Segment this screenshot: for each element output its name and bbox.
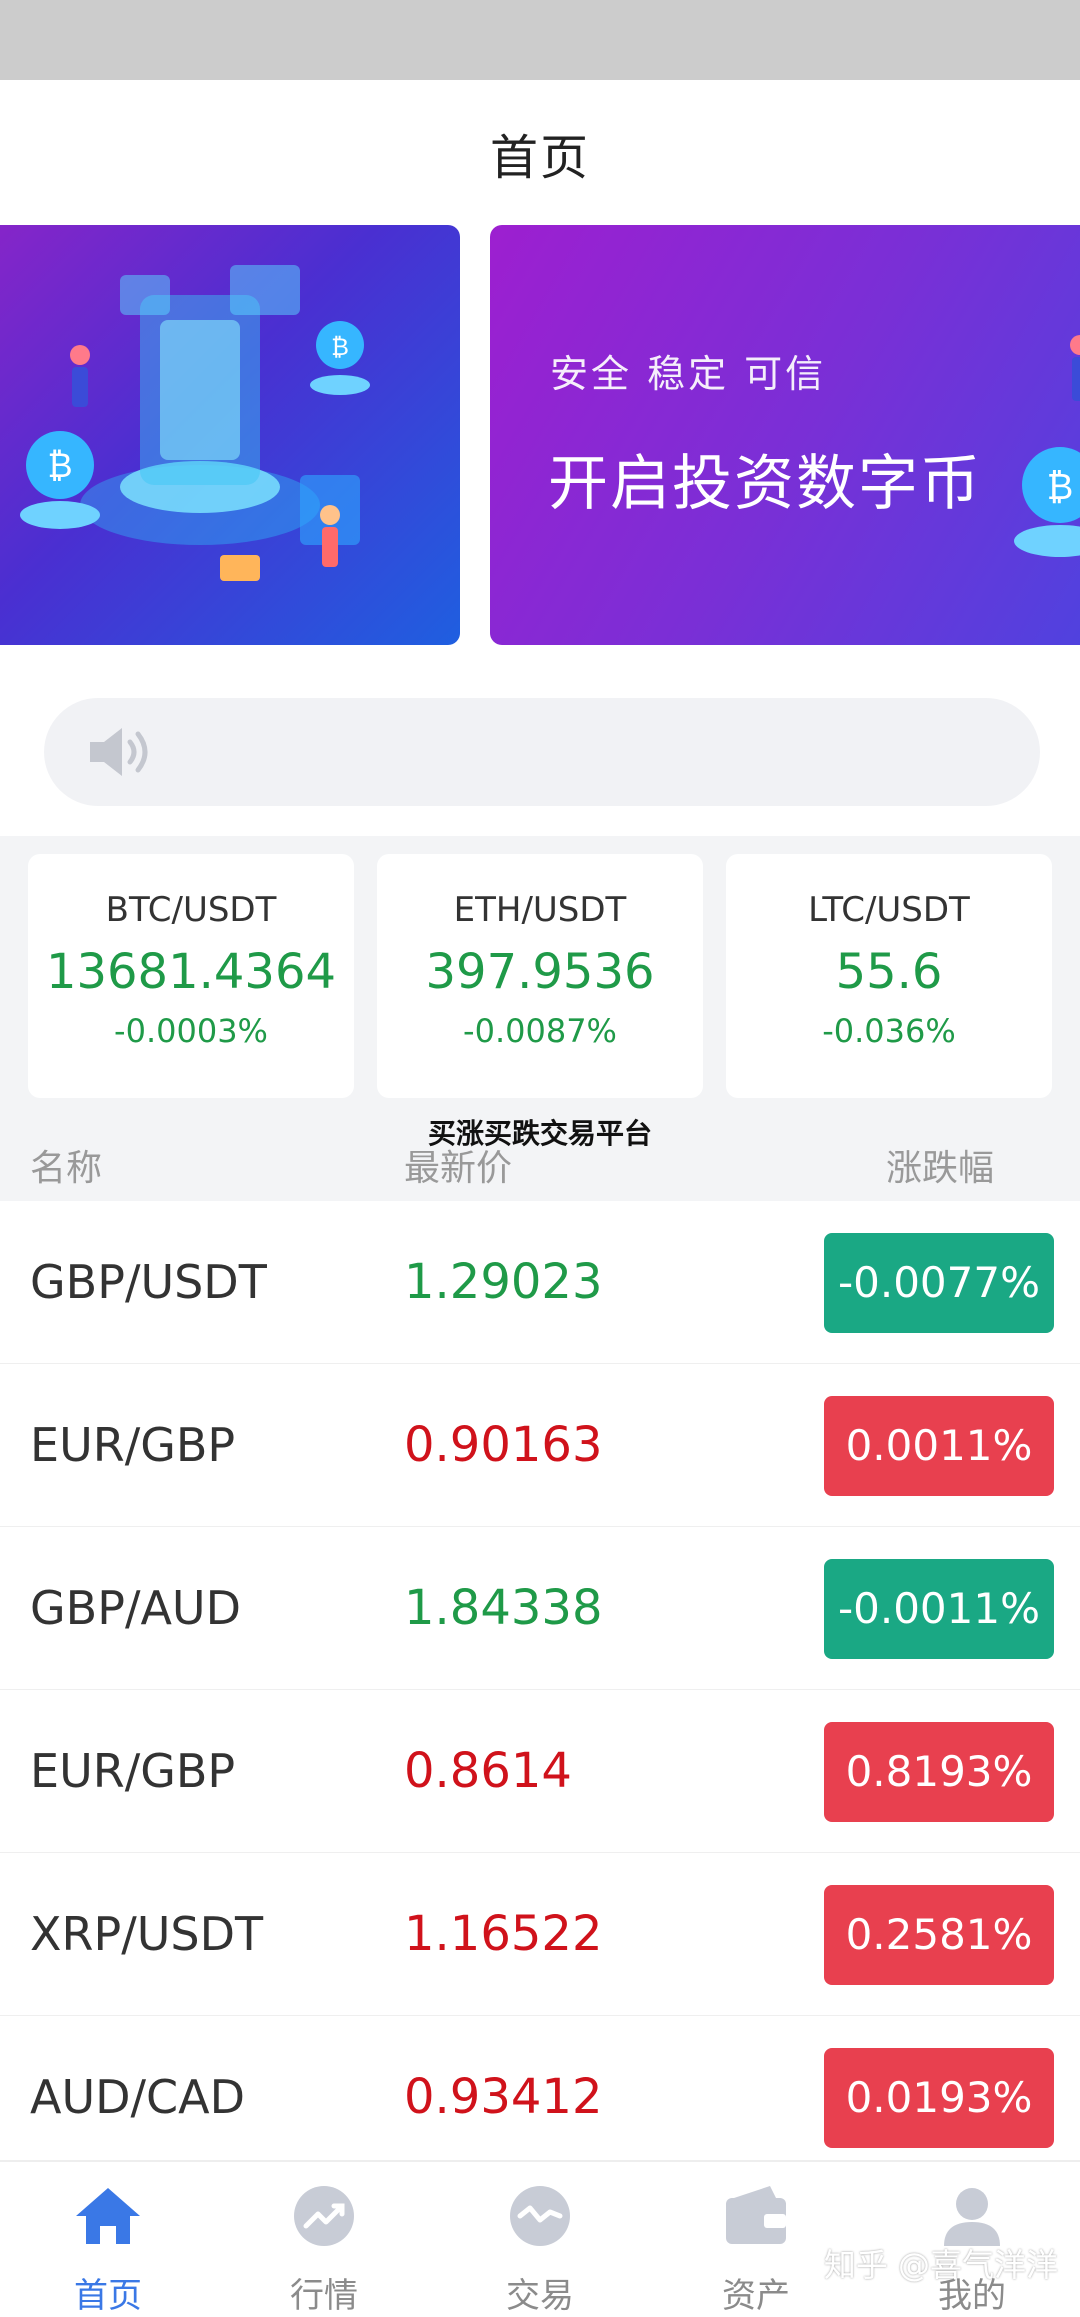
tab-home[interactable]: 首页: [0, 2162, 216, 2316]
market-row[interactable]: GBP/USDT 1.29023 -0.0077%: [0, 1201, 1080, 1365]
banner-carousel[interactable]: ₿ ₿ 安全 稳定 可信 开启投资数字币 ₿: [0, 225, 1080, 650]
wallet-icon: [726, 2186, 786, 2244]
pair-price: 1.29023: [404, 1254, 603, 1310]
market-row[interactable]: AUD/CAD 0.93412 0.0193%: [0, 2016, 1080, 2180]
ticker-pair: BTC/USDT: [105, 890, 277, 930]
pair-name: EUR/GBP: [30, 1418, 236, 1472]
tab-profile[interactable]: 我的: [864, 2162, 1080, 2316]
speaker-icon: [90, 728, 148, 776]
coin-illustration: ₿: [1014, 335, 1080, 557]
change-badge: 0.2581%: [824, 1885, 1054, 1985]
svg-text:₿: ₿: [47, 446, 72, 486]
nav-bar: 首页: [0, 80, 1080, 225]
pair-name: XRP/USDT: [30, 1907, 264, 1961]
ticker-change: -0.036%: [822, 1012, 956, 1050]
tab-label: 行情: [290, 2276, 358, 2316]
ticker-card[interactable]: BTC/USDT 13681.4364 -0.0003%: [28, 854, 354, 1098]
tab-trade[interactable]: 交易: [432, 2162, 648, 2316]
change-badge: -0.0077%: [824, 1233, 1054, 1333]
pair-name: GBP/AUD: [30, 1581, 241, 1635]
pair-price: 0.90163: [404, 1417, 603, 1473]
pair-price: 0.93412: [404, 2069, 603, 2125]
tab-label: 首页: [74, 2276, 142, 2316]
svg-text:₿: ₿: [1047, 467, 1074, 508]
overlay-caption: 买涨买跌交易平台: [427, 1117, 652, 1150]
ticker-change: -0.0003%: [114, 1012, 268, 1050]
market-row[interactable]: XRP/USDT 1.16522 0.2581%: [0, 1853, 1080, 2017]
pair-price: 1.84338: [404, 1580, 603, 1636]
ticker-section: BTC/USDT 13681.4364 -0.0003% ETH/USDT 39…: [0, 836, 1080, 1136]
change-badge: 0.0193%: [824, 2048, 1054, 2148]
pair-name: GBP/USDT: [30, 1255, 267, 1309]
home-icon: [76, 2188, 140, 2244]
ticker-price: 55.6: [835, 944, 943, 1000]
market-row[interactable]: EUR/GBP 0.8614 0.8193%: [0, 1690, 1080, 1854]
market-row[interactable]: GBP/AUD 1.84338 -0.0011%: [0, 1527, 1080, 1691]
chart-trend-icon: [294, 2186, 354, 2246]
change-badge: 0.0011%: [824, 1396, 1054, 1496]
market-row[interactable]: EUR/GBP 0.90163 0.0011%: [0, 1364, 1080, 1528]
pair-name: EUR/GBP: [30, 1744, 236, 1798]
ticker-price: 397.9536: [425, 944, 655, 1000]
exchange-icon: [510, 2186, 570, 2246]
page-title: 首页: [489, 129, 590, 186]
ticker-pair: LTC/USDT: [808, 890, 970, 930]
pair-name: AUD/CAD: [30, 2070, 246, 2124]
tab-label: 交易: [506, 2276, 574, 2316]
pair-price: 1.16522: [404, 1906, 603, 1962]
tab-assets[interactable]: 资产: [648, 2162, 864, 2316]
banner-slide-previous[interactable]: ₿ ₿: [0, 225, 460, 645]
pair-price: 0.8614: [404, 1743, 572, 1799]
announcement-bar[interactable]: [44, 698, 1040, 806]
ticker-change: -0.0087%: [463, 1012, 617, 1050]
change-badge: 0.8193%: [824, 1722, 1054, 1822]
status-bar: [0, 0, 1080, 80]
change-badge: -0.0011%: [824, 1559, 1054, 1659]
banner-tagline: 安全 稳定 可信: [550, 352, 827, 396]
tab-market[interactable]: 行情: [216, 2162, 432, 2316]
banner-headline: 开启投资数字币: [548, 449, 982, 519]
ticker-card[interactable]: LTC/USDT 55.6 -0.036%: [726, 854, 1052, 1098]
bottom-tab-bar: 首页 行情 交易 资产 我的: [0, 2160, 1080, 2316]
blockchain-illustration: ₿ ₿: [20, 265, 370, 581]
banner-slide-current[interactable]: 安全 稳定 可信 开启投资数字币 ₿: [490, 225, 1080, 645]
svg-text:₿: ₿: [331, 333, 349, 361]
watermark: 知乎 @喜气洋洋: [823, 2246, 1058, 2284]
ticker-price: 13681.4364: [45, 944, 337, 1000]
ticker-pair: ETH/USDT: [453, 890, 627, 930]
ticker-card[interactable]: ETH/USDT 397.9536 -0.0087%: [377, 854, 703, 1098]
user-icon: [944, 2188, 1000, 2246]
